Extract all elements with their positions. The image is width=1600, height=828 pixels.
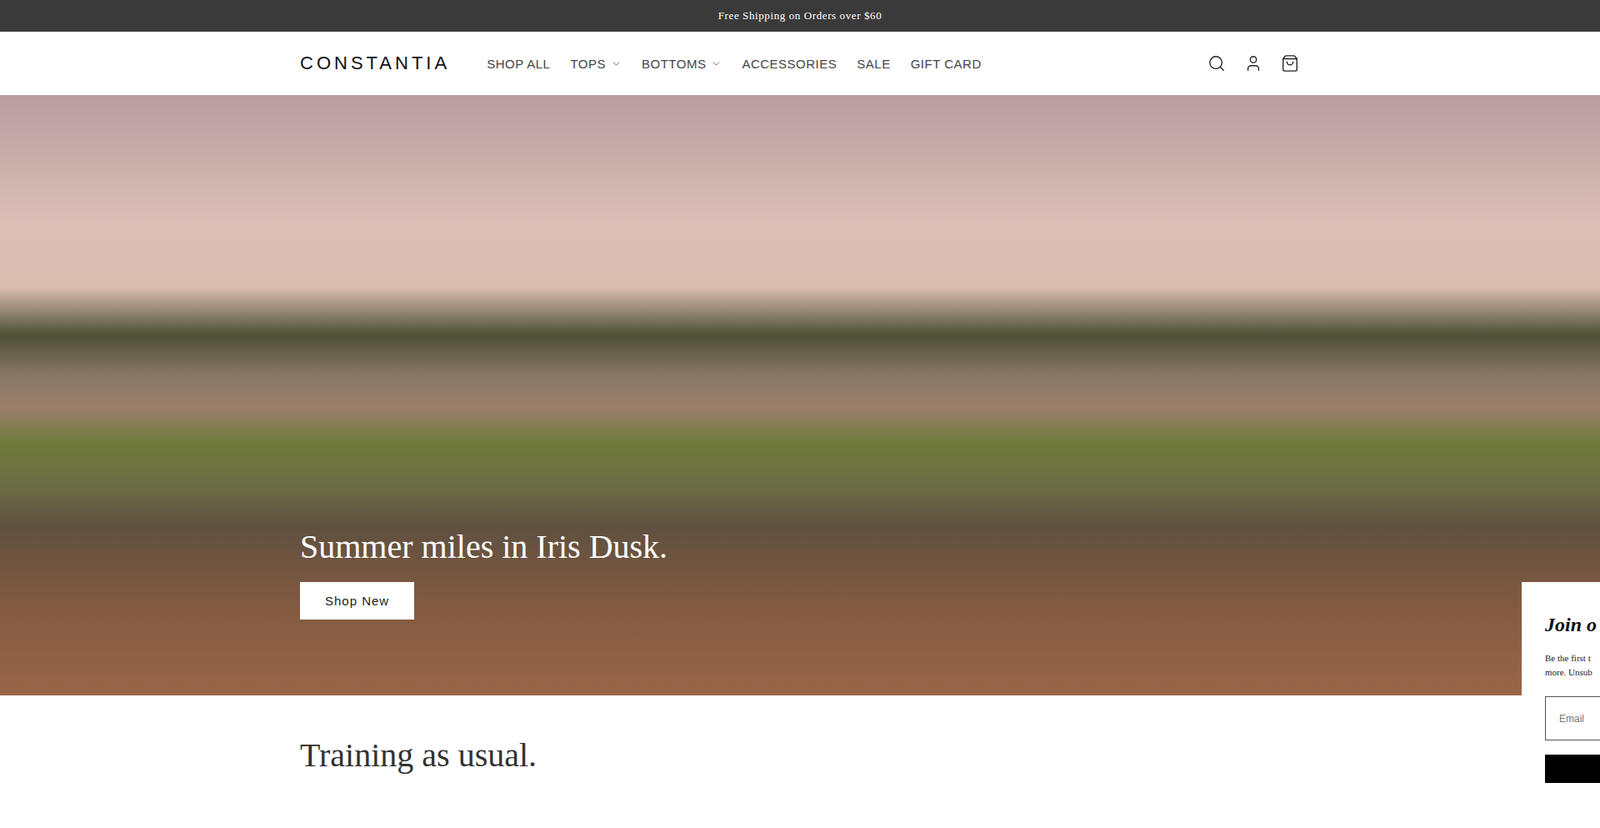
- user-icon: [1244, 54, 1263, 73]
- bag-icon: [1280, 54, 1300, 73]
- content-section: Training as usual.: [0, 695, 1600, 775]
- nav-item[interactable]: GIFT CARD: [910, 56, 982, 71]
- subscribe-button[interactable]: [1545, 754, 1600, 783]
- nav-item[interactable]: ACCESSORIES: [741, 56, 837, 71]
- announcement-bar: Free Shipping on Orders over $60: [0, 0, 1600, 32]
- nav-item[interactable]: TOPS: [570, 56, 622, 71]
- newsletter-popup: Join o Be the first tmore. Unsub: [1521, 581, 1600, 828]
- hero-banner: Summer miles in Iris Dusk. Shop New: [0, 95, 1600, 695]
- main-nav: SHOP ALL TOPS BOTTOMS ACCESSORIES SALE GIFT C…: [486, 56, 1207, 71]
- popup-text: more. Unsub: [1545, 665, 1600, 680]
- search-button[interactable]: [1206, 53, 1227, 74]
- logo[interactable]: CONSTANTIA: [300, 52, 450, 75]
- search-icon: [1207, 54, 1226, 73]
- cart-button[interactable]: [1280, 53, 1300, 74]
- chevron-down-icon: [610, 58, 622, 70]
- chevron-down-icon: [710, 58, 722, 70]
- nav-item[interactable]: SHOP ALL: [486, 56, 550, 71]
- nav-item[interactable]: SALE: [856, 56, 890, 71]
- section-heading: Training as usual.: [300, 735, 1300, 775]
- email-field[interactable]: [1545, 695, 1600, 740]
- popup-text: Be the first t: [1545, 650, 1600, 665]
- nav-item[interactable]: BOTTOMS: [641, 56, 722, 71]
- account-button[interactable]: [1243, 53, 1264, 74]
- header-container: CONSTANTIA SHOP ALL TOPS BOTTOMS ACCESSORIES…: [300, 31, 1300, 95]
- site-header: CONSTANTIA SHOP ALL TOPS BOTTOMS ACCESSORIES…: [0, 31, 1600, 95]
- shop-button[interactable]: Shop New: [300, 581, 415, 620]
- hero-heading: Summer miles in Iris Dusk.: [300, 526, 668, 567]
- page: Free Shipping on Orders over $60CONSTANT…: [0, 0, 1600, 828]
- header-icons: [1206, 53, 1300, 74]
- popup-title: Join o: [1545, 611, 1600, 638]
- hero-content: Summer miles in Iris Dusk. Shop New: [300, 526, 1300, 620]
